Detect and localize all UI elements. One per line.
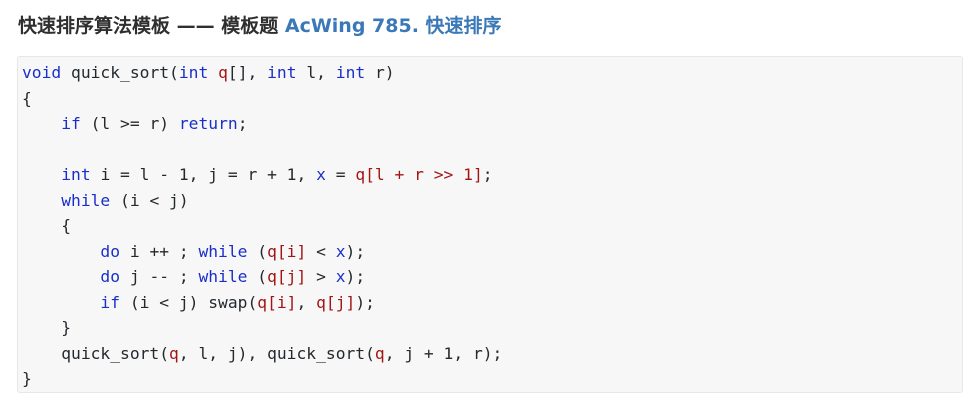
code-text: , j + 1, r);	[384, 343, 503, 363]
code-keyword: while	[198, 267, 248, 286]
code-variable: q	[218, 63, 228, 82]
code-line: do j -- ; while (q[j] > x);	[22, 264, 962, 290]
code-text: );	[345, 241, 366, 261]
code-text: , l, j), quick_sort(	[178, 343, 375, 363]
code-line: while (i < j)	[22, 188, 962, 214]
code-keyword: int	[335, 63, 366, 82]
code-text: (l >= r)	[80, 114, 179, 133]
code-keyword: int	[267, 63, 297, 82]
code-text: quick_sort(	[22, 343, 170, 363]
problem-link[interactable]: AcWing 785. 快速排序	[285, 15, 502, 37]
code-variable: q	[374, 343, 385, 363]
code-text: }	[22, 318, 72, 337]
code-text: );	[355, 292, 375, 312]
code-variable: q[l + r >> 1]	[355, 165, 483, 184]
code-text: }	[22, 369, 32, 388]
code-keyword: if	[61, 114, 81, 133]
code-text: i ++ ;	[120, 241, 199, 261]
code-text: ;	[482, 165, 493, 184]
code-text: r)	[365, 63, 395, 82]
code-keyword: do	[100, 267, 121, 286]
code-variable: q[i]	[267, 241, 307, 261]
code-text: [],	[227, 63, 268, 82]
code-text: (	[247, 267, 268, 286]
code-variable: q	[169, 343, 179, 363]
code-keyword: int	[61, 165, 91, 184]
code-text: {	[22, 88, 32, 108]
code-keyword: x	[335, 241, 346, 261]
code-line: }	[22, 315, 962, 341]
code-variable: q[j]	[316, 292, 356, 312]
code-text: ,	[296, 292, 317, 312]
code-text: ;	[237, 114, 248, 133]
code-text: <	[306, 241, 336, 261]
code-text: i = l - 1, j = r + 1,	[90, 165, 317, 184]
code-keyword: do	[100, 241, 121, 261]
code-text: {	[22, 216, 72, 235]
code-text: quick_sort(	[61, 63, 179, 82]
code-text: >	[306, 267, 336, 286]
code-text: j -- ;	[120, 267, 199, 286]
code-keyword: int	[178, 63, 209, 82]
code-line: if (l >= r) return;	[22, 111, 962, 137]
heading-title: 快速排序算法模板 —— 模板题	[18, 15, 285, 37]
code-keyword: while	[61, 190, 111, 210]
code-keyword: while	[198, 241, 248, 261]
code-keyword: x	[316, 165, 326, 184]
code-text: (	[247, 241, 268, 261]
code-line: void quick_sort(int q[], int l, int r)	[22, 60, 962, 86]
code-text: l,	[296, 63, 336, 82]
code-text: );	[345, 267, 366, 286]
code-keyword: if	[100, 292, 121, 312]
code-variable: q[i]	[257, 292, 297, 312]
section-heading: 快速排序算法模板 —— 模板题 AcWing 785. 快速排序	[18, 12, 502, 40]
code-line: if (i < j) swap(q[i], q[j]);	[22, 290, 962, 316]
code-line: quick_sort(q, l, j), quick_sort(q, j + 1…	[22, 341, 962, 367]
code-text: (i < j) swap(	[120, 292, 258, 312]
code-text: (i < j)	[110, 190, 189, 210]
code-line: int i = l - 1, j = r + 1, x = q[l + r >>…	[22, 162, 962, 188]
code-variable: q[j]	[267, 267, 307, 286]
code-line: do i ++ ; while (q[i] < x);	[22, 239, 962, 265]
code-line: {	[22, 86, 962, 112]
code-keyword: void	[22, 63, 62, 82]
code-line: }	[22, 366, 962, 392]
code-line: {	[22, 213, 962, 239]
code-keyword: return	[178, 114, 238, 133]
code-block: void quick_sort(int q[], int l, int r){ …	[17, 56, 963, 393]
code-text: =	[325, 165, 356, 184]
code-keyword: x	[335, 267, 346, 286]
